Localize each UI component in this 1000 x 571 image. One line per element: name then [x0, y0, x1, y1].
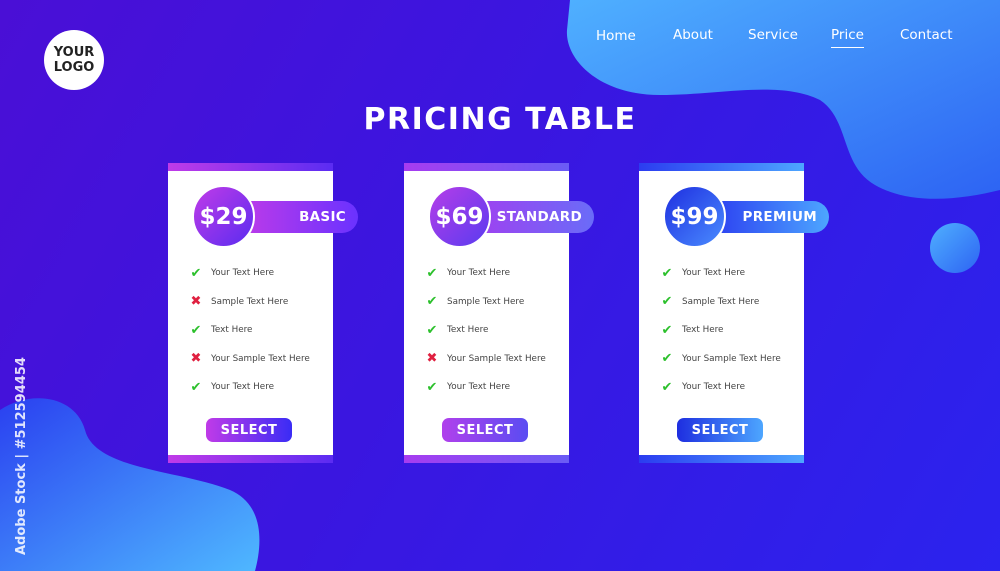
check-icon: ✔ — [661, 351, 673, 367]
feature-item: ✔ Sample Text Here — [659, 288, 799, 317]
feature-item: ✔ Your Text Here — [424, 259, 564, 288]
feature-item: ✔ Your Text Here — [659, 259, 799, 288]
check-icon: ✔ — [426, 322, 438, 338]
card-top-strip — [168, 163, 333, 171]
plan-name: PREMIUM — [742, 209, 817, 225]
feature-item: ✔ Text Here — [659, 316, 799, 345]
card-top-strip — [404, 163, 569, 171]
cross-icon: ✖ — [190, 351, 202, 367]
nav-contact[interactable]: Contact — [900, 27, 953, 47]
plan-name: BASIC — [299, 209, 346, 225]
plan-name-pill: PREMIUM — [709, 201, 829, 233]
check-icon: ✔ — [661, 379, 673, 395]
select-button[interactable]: SELECT — [442, 418, 528, 442]
check-icon: ✔ — [190, 379, 202, 395]
feature-list: ✔ Your Text Here ✔ Sample Text Here ✔ Text … — [659, 259, 799, 402]
check-icon: ✔ — [426, 294, 438, 310]
nav-price[interactable]: Price — [831, 27, 864, 48]
pricing-card-premium: PREMIUM $99 ✔ Your Text Here ✔ Sample Text… — [639, 163, 829, 463]
feature-item: ✖ Your Sample Text Here — [424, 345, 564, 374]
check-icon: ✔ — [426, 265, 438, 281]
plan-name-pill: BASIC — [238, 201, 358, 233]
top-navigation-bar: YOUR LOGO Home About Service Price Conta… — [0, 0, 1000, 90]
card-bottom-strip — [168, 455, 333, 463]
feature-item: ✔ Your Text Here — [188, 259, 328, 288]
select-button[interactable]: SELECT — [206, 418, 292, 442]
card-top-strip — [639, 163, 804, 171]
cross-icon: ✖ — [426, 351, 438, 367]
feature-item: ✖ Your Sample Text Here — [188, 345, 328, 374]
pricing-card-standard: STANDARD $69 ✔ Your Text Here ✔ Sample Tex… — [404, 163, 594, 463]
feature-item: ✔ Your Sample Text Here — [659, 345, 799, 374]
card-bottom-strip — [404, 455, 569, 463]
plan-name: STANDARD — [496, 209, 582, 225]
check-icon: ✔ — [661, 294, 673, 310]
check-icon: ✔ — [661, 265, 673, 281]
page-title: PRICING TABLE — [363, 102, 637, 137]
check-icon: ✔ — [190, 322, 202, 338]
feature-item: ✔ Text Here — [424, 316, 564, 345]
feature-list: ✔ Your Text Here ✖ Sample Text Here ✔ Text … — [188, 259, 328, 402]
plan-name-pill: STANDARD — [474, 201, 594, 233]
check-icon: ✔ — [661, 322, 673, 338]
plan-price: $29 — [192, 185, 255, 248]
check-icon: ✔ — [190, 265, 202, 281]
feature-item: ✖ Sample Text Here — [188, 288, 328, 317]
feature-item: ✔ Sample Text Here — [424, 288, 564, 317]
nav-home[interactable]: Home — [596, 28, 636, 48]
feature-item: ✔ Your Text Here — [188, 373, 328, 402]
feature-item: ✔ Text Here — [188, 316, 328, 345]
check-icon: ✔ — [426, 379, 438, 395]
card-bottom-strip — [639, 455, 804, 463]
nav-about[interactable]: About — [673, 27, 713, 47]
nav-service[interactable]: Service — [748, 27, 798, 47]
feature-list: ✔ Your Text Here ✔ Sample Text Here ✔ Text … — [424, 259, 564, 402]
select-button[interactable]: SELECT — [677, 418, 763, 442]
pricing-card-basic: BASIC $29 ✔ Your Text Here ✖ Sample Text H… — [168, 163, 358, 463]
watermark: Adobe Stock | #512594454 — [14, 357, 29, 555]
feature-item: ✔ Your Text Here — [424, 373, 564, 402]
plan-price: $99 — [663, 185, 726, 248]
feature-item: ✔ Your Text Here — [659, 373, 799, 402]
plan-price: $69 — [428, 185, 491, 248]
cross-icon: ✖ — [190, 294, 202, 310]
logo[interactable]: YOUR LOGO — [44, 30, 104, 90]
